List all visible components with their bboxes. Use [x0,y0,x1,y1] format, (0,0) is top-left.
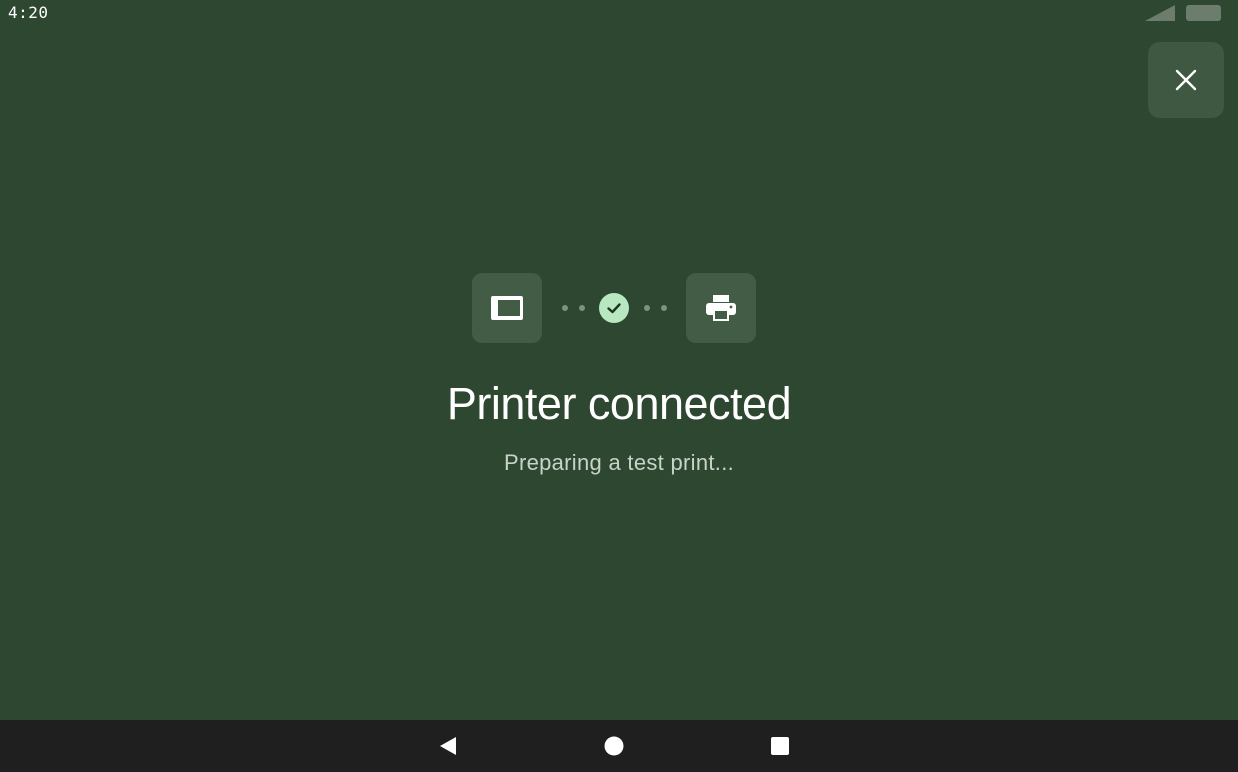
screen: 4:20 Printer connected Preparing a test … [0,0,1238,772]
back-button[interactable] [418,720,478,772]
connector-dot [644,305,650,311]
connector-dot [562,305,568,311]
printer-icon [706,295,736,321]
recents-button[interactable] [750,720,810,772]
home-button[interactable] [584,720,644,772]
battery-icon [1186,5,1221,21]
status-message: Preparing a test print... [503,450,735,475]
status-bar: 4:20 [0,0,1238,26]
close-icon [1175,69,1197,91]
recents-icon [771,737,789,755]
navigation-bar [0,720,1238,772]
cell-signal-icon [1145,5,1175,21]
home-icon [604,736,624,756]
tablet-icon [491,296,523,320]
status-time: 4:20 [8,3,49,22]
printer-tile [686,273,756,343]
back-icon [440,737,456,755]
page-title: Printer connected [446,378,792,429]
connector-dot [579,305,585,311]
tablet-tile [472,273,542,343]
connector-dot [661,305,667,311]
connected-badge [599,293,629,323]
check-icon [607,303,621,314]
connection-illustration [472,273,757,343]
close-button[interactable] [1148,42,1224,118]
